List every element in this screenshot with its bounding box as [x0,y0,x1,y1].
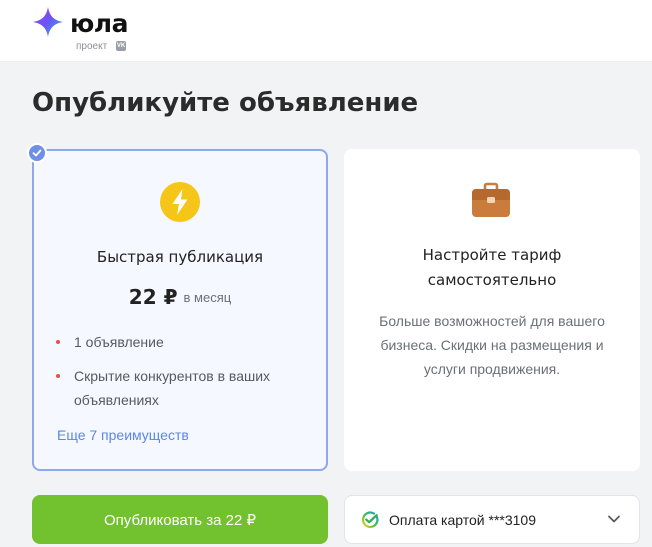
plan-price: 22 ₽ [128,285,178,309]
logo-text[interactable]: юла [70,9,129,38]
bullet-icon [56,374,60,378]
publish-button[interactable]: Опубликовать за 22 ₽ [32,495,328,544]
logo-subtitle: проект [76,41,108,52]
yula-logo-icon[interactable] [32,6,64,38]
more-benefits-link[interactable]: Еще 7 преимуществ [57,427,189,443]
plan-description: Больше возможностей для вашего бизнеса. … [379,313,605,377]
payment-method-label: Оплата картой ***3109 [389,512,536,528]
plan-title-line1: Настройте тариф [422,246,562,264]
feature-text: Скрытие конкурентов в ваших объявлениях [74,368,271,408]
lightning-icon [160,182,200,222]
chevron-down-icon[interactable] [607,514,621,524]
check-icon [27,143,47,163]
feature-text: 1 объявление [74,334,164,350]
bullet-icon [56,340,60,344]
price-row: 22 ₽ в месяц [34,285,326,309]
feature-item: Скрытие конкурентов в ваших объявлениях [56,364,306,412]
sber-pay-icon [361,511,379,529]
plan-title-line2: самостоятельно [427,271,557,289]
page-title: Опубликуйте объявление [32,88,419,118]
header: юла проект VK [0,0,652,62]
briefcase-icon [472,182,510,217]
plan-card-custom[interactable]: Настройте тариф самостоятельно Больше во… [344,149,640,471]
plan-card-quick[interactable]: Быстрая публикация 22 ₽ в месяц 1 объявле… [32,149,328,471]
payment-method-select[interactable]: Оплата картой ***3109 [344,495,640,544]
plan-period: в месяц [183,289,232,305]
vk-badge-icon: VK [116,41,126,51]
plan-title: Быстрая публикация [96,248,264,266]
feature-item: 1 объявление [56,330,306,354]
